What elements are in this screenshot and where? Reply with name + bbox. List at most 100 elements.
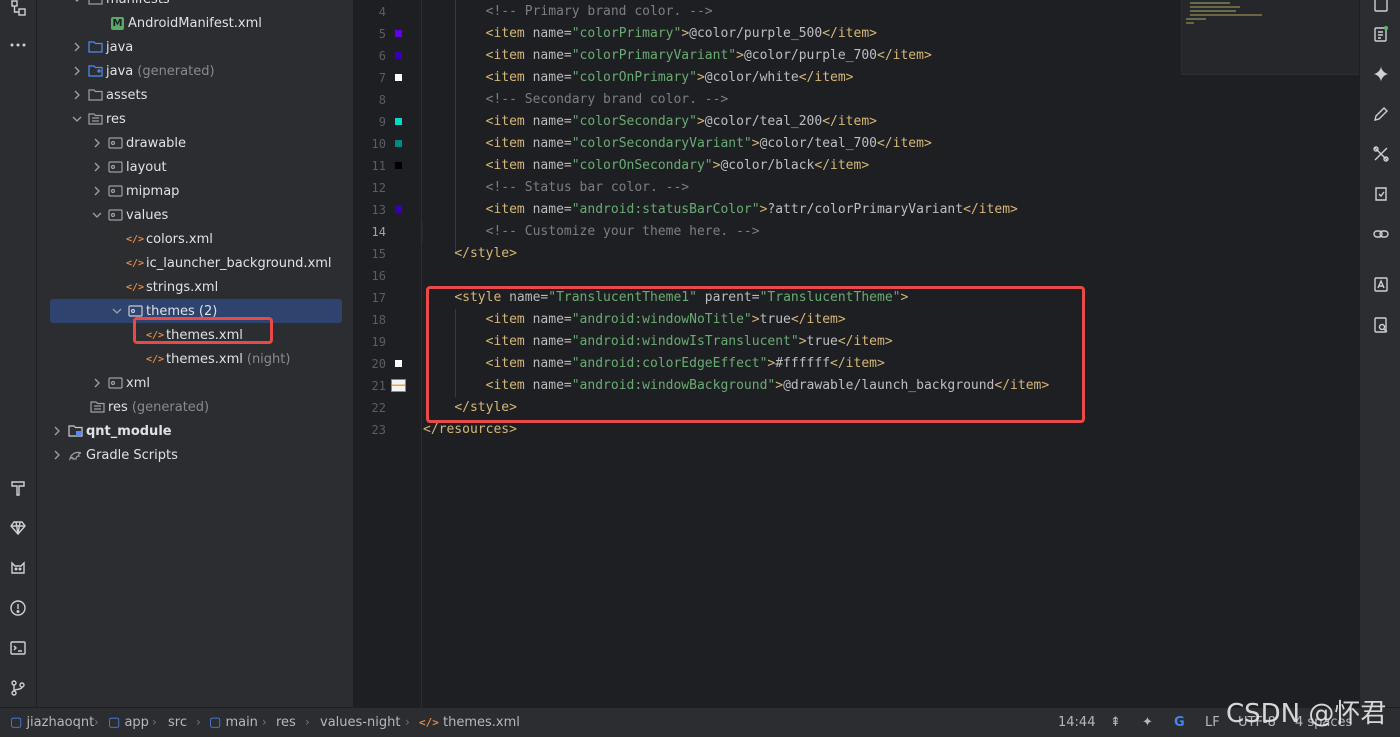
color-swatch-icon[interactable]	[395, 206, 402, 213]
resource-manager-icon[interactable]	[1369, 272, 1393, 296]
tree-item-themes-xml-night[interactable]: </> themes.xml (night)	[37, 347, 353, 371]
gemini-icon[interactable]	[1369, 62, 1393, 86]
line-number: 7	[378, 71, 386, 85]
tree-item-colors-xml[interactable]: </> colors.xml	[37, 227, 353, 251]
google-icon[interactable]: G	[1174, 715, 1185, 730]
line-number: 15	[371, 247, 386, 261]
tree-item-androidmanifest[interactable]: M AndroidManifest.xml	[37, 11, 353, 35]
gemini-status-icon[interactable]: ✦	[1142, 715, 1153, 730]
chevron-right-icon	[71, 41, 83, 53]
tree-item-values[interactable]: values	[37, 203, 353, 227]
chevron-down-icon	[71, 113, 83, 125]
tree-highlight-box	[133, 317, 273, 344]
breadcrumb-separator: ›	[305, 715, 310, 729]
breadcrumb-label: app	[124, 715, 149, 730]
line-number: 8	[378, 93, 386, 107]
breadcrumb-project[interactable]: ▢ jiazhaoqnt	[10, 715, 94, 730]
tree-item-label: assets	[106, 87, 148, 103]
tree-item-layout[interactable]: layout	[37, 155, 353, 179]
code-token: >	[736, 48, 744, 63]
tree-item-label: manifests	[106, 0, 170, 7]
code-token: name=	[532, 70, 572, 85]
tree-item-java[interactable]: java	[37, 35, 353, 59]
more-icon[interactable]	[6, 33, 30, 57]
line-number: 22	[371, 401, 386, 415]
edit-pen-icon[interactable]	[1369, 102, 1393, 126]
code-token: <item	[485, 158, 533, 173]
tree-item-drawable[interactable]: drawable	[37, 131, 353, 155]
code-token: name=	[532, 202, 572, 217]
tree-item-hint: (night)	[246, 351, 291, 367]
build-variants-icon[interactable]	[6, 476, 30, 500]
breadcrumb-src[interactable]: src	[168, 715, 187, 730]
code-token: <!-- Customize your theme here. -->	[485, 224, 760, 239]
color-swatch-icon[interactable]	[395, 118, 402, 125]
breadcrumb-values-night[interactable]: values-night	[320, 715, 400, 730]
code-line: <!-- Status bar color. -->	[423, 177, 690, 199]
code-token: @color/teal_200	[704, 114, 823, 129]
breadcrumb-main[interactable]: ▢ main	[209, 715, 258, 730]
link-icon[interactable]	[1369, 222, 1393, 246]
drawable-preview-icon[interactable]	[391, 379, 406, 392]
folder-icon	[127, 304, 143, 318]
code-token: @color/purple_700	[743, 48, 877, 63]
tree-item-ic-launcher-background-xml[interactable]: </> ic_launcher_background.xml	[37, 251, 353, 275]
line-number: 20	[371, 357, 386, 371]
gradle-tasks-icon[interactable]	[1369, 22, 1393, 46]
color-swatch-icon[interactable]	[395, 140, 402, 147]
tree-item-qnt-module[interactable]: qnt_module	[37, 419, 353, 443]
color-swatch-icon[interactable]	[395, 52, 402, 59]
gem-icon[interactable]	[6, 516, 30, 540]
code-token: <item	[485, 26, 533, 41]
code-token: <item	[485, 136, 533, 151]
line-separator[interactable]: LF	[1205, 715, 1220, 730]
tree-item-assets[interactable]: assets	[37, 83, 353, 107]
tree-item-label: AndroidManifest.xml	[128, 15, 262, 31]
xml-file-icon: </>	[125, 257, 145, 269]
emulator-icon[interactable]	[1369, 182, 1393, 206]
code-token: </item>	[963, 202, 1018, 217]
line-number: 21	[371, 379, 386, 393]
code-style-icon[interactable]: ⇞	[1110, 715, 1121, 730]
notifications-icon[interactable]	[1369, 0, 1393, 16]
folder-icon	[107, 376, 123, 390]
tree-item-hint: (generated)	[131, 399, 210, 415]
logcat-icon[interactable]	[6, 556, 30, 580]
color-swatch-icon[interactable]	[395, 162, 402, 169]
code-token: name=	[532, 48, 572, 63]
tree-item-strings-xml[interactable]: </> strings.xml	[37, 275, 353, 299]
color-swatch-icon[interactable]	[395, 360, 402, 367]
code-token: "colorOnPrimary"	[571, 70, 697, 85]
tree-item-label: ic_launcher_background.xml	[146, 255, 332, 271]
code-token: </item>	[814, 158, 870, 173]
inspect-icon[interactable]	[1369, 313, 1393, 337]
code-token: name=	[532, 26, 572, 41]
source-folder-icon	[87, 40, 103, 54]
tree-item-xml[interactable]: xml	[37, 371, 353, 395]
tree-item-label: layout	[126, 159, 167, 175]
code-token: >	[696, 114, 705, 129]
terminal-icon[interactable]	[6, 636, 30, 660]
device-manager-icon[interactable]	[1369, 142, 1393, 166]
tree-item-java-generated[interactable]: java (generated)	[37, 59, 353, 83]
breadcrumb-file[interactable]: </> themes.xml	[419, 715, 520, 730]
breadcrumb-res[interactable]: res	[276, 715, 296, 730]
structure-icon[interactable]	[6, 0, 30, 20]
problems-icon[interactable]	[6, 596, 30, 620]
minimap[interactable]	[1181, 0, 1359, 75]
tree-item-res[interactable]: res	[37, 107, 353, 131]
tree-item-gradle-scripts[interactable]: Gradle Scripts	[37, 443, 353, 467]
color-swatch-icon[interactable]	[395, 30, 402, 37]
code-highlight-box	[426, 286, 1085, 423]
tree-item-manifests[interactable]: manifests	[37, 0, 353, 11]
tree-item-res-generated[interactable]: res (generated)	[37, 395, 353, 419]
color-swatch-icon[interactable]	[395, 74, 402, 81]
chevron-right-icon	[91, 161, 103, 173]
breadcrumb-app[interactable]: ▢ app	[108, 715, 149, 730]
chevron-right-icon	[71, 65, 83, 77]
git-icon[interactable]	[6, 676, 30, 700]
watermark: CSDN @怀君	[1226, 699, 1387, 729]
tree-item-mipmap[interactable]: mipmap	[37, 179, 353, 203]
line-number: 6	[378, 49, 386, 63]
cursor-position[interactable]: 14:44	[1058, 715, 1095, 730]
